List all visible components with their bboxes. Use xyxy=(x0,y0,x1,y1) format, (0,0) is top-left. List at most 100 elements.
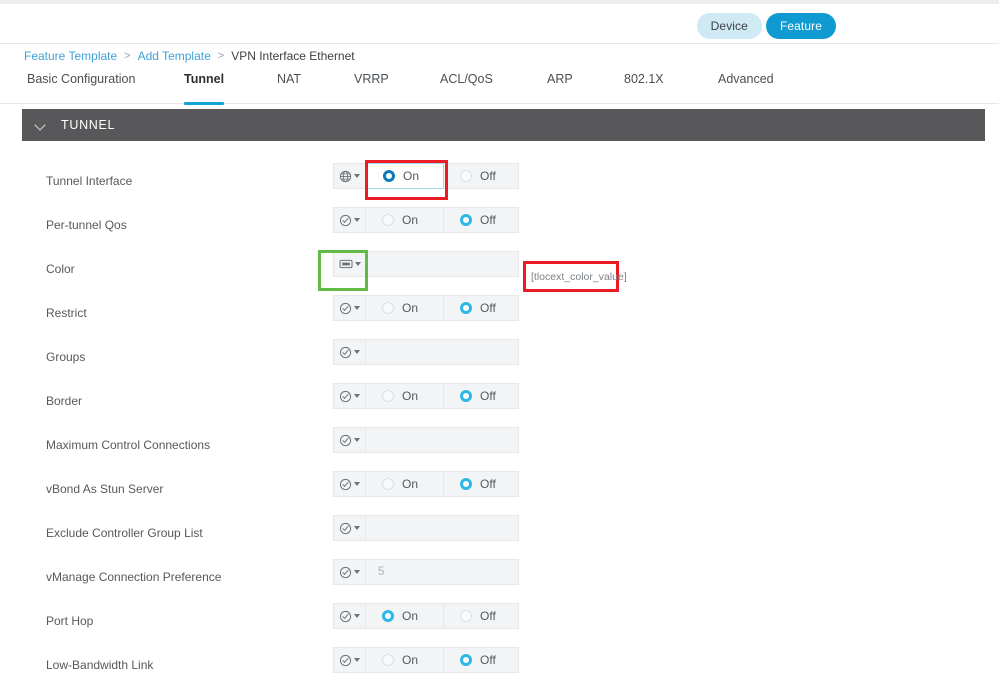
mode-button-feature[interactable]: Feature xyxy=(765,13,836,39)
scope-dropdown-groups[interactable] xyxy=(333,339,366,365)
chevron-down-icon[interactable] xyxy=(354,614,360,618)
chevron-down-icon[interactable] xyxy=(354,174,360,178)
tab-label: 802.1X xyxy=(624,72,664,86)
text-input-vmanage-connection-preference[interactable]: 5 xyxy=(366,559,519,585)
check-circle-icon xyxy=(339,302,352,314)
toggle-label: On xyxy=(402,609,419,623)
tab-802-1x[interactable]: 802.1X xyxy=(624,72,664,104)
radio-on-icon[interactable] xyxy=(382,654,394,666)
field-label-vbond-as-stun-server: vBond As Stun Server xyxy=(46,482,164,496)
form-row-restrict: Restrict On Off xyxy=(0,295,999,339)
chevron-down-icon[interactable] xyxy=(354,658,360,662)
field-control-vmanage-connection-preference: 5 xyxy=(333,559,519,585)
tab-advanced[interactable]: Advanced xyxy=(718,72,774,104)
toggle-label: On xyxy=(402,477,419,491)
section-header-tunnel[interactable]: TUNNEL xyxy=(22,109,985,141)
toggle-off-tunnel-interface[interactable]: Off xyxy=(444,163,519,189)
field-control-vbond-as-stun-server: On Off xyxy=(333,471,519,497)
radio-on-icon[interactable] xyxy=(382,390,394,402)
form-row-per-tunnel-qos: Per-tunnel Qos On Off xyxy=(0,207,999,251)
field-label-low-bandwidth-link: Low-Bandwidth Link xyxy=(46,658,154,672)
toggle-on-restrict[interactable]: On xyxy=(366,295,444,321)
globe-icon xyxy=(339,170,352,182)
toggle-label: Off xyxy=(480,213,496,227)
breadcrumb-separator-icon: > xyxy=(124,50,131,62)
radio-on-icon[interactable] xyxy=(382,214,394,226)
chevron-down-icon[interactable] xyxy=(354,438,360,442)
scope-dropdown-port-hop[interactable] xyxy=(333,603,366,629)
radio-on-icon[interactable] xyxy=(383,170,395,182)
tab-basic-configuration[interactable]: Basic Configuration xyxy=(27,72,135,104)
chevron-down-icon[interactable] xyxy=(354,218,360,222)
radio-off-icon[interactable] xyxy=(460,390,472,402)
template-mode-toggle[interactable]: Device Feature xyxy=(696,13,836,39)
field-label-restrict: Restrict xyxy=(46,306,87,320)
chevron-down-icon[interactable] xyxy=(354,306,360,310)
toggle-on-border[interactable]: On xyxy=(366,383,444,409)
tab-nat[interactable]: NAT xyxy=(277,72,301,104)
chevron-down-icon[interactable] xyxy=(36,120,47,131)
toggle-on-tunnel-interface[interactable]: On xyxy=(366,163,444,189)
tab-label: NAT xyxy=(277,72,302,86)
toggle-on-port-hop[interactable]: On xyxy=(366,603,444,629)
radio-on-icon[interactable] xyxy=(382,610,394,622)
breadcrumb-item-add-template[interactable]: Add Template xyxy=(138,49,211,63)
chevron-down-icon[interactable] xyxy=(354,482,360,486)
check-circle-icon xyxy=(339,610,352,622)
text-input-color[interactable] xyxy=(366,251,519,277)
chevron-down-icon[interactable] xyxy=(354,262,361,266)
field-control-exclude-controller-group-list xyxy=(333,515,519,541)
scope-dropdown-restrict[interactable] xyxy=(333,295,366,321)
field-control-color xyxy=(333,251,519,277)
radio-off-icon[interactable] xyxy=(460,610,472,622)
scope-dropdown-maximum-control-connections[interactable] xyxy=(333,427,366,453)
tab-tunnel[interactable]: Tunnel xyxy=(184,72,225,105)
field-control-port-hop: On Off xyxy=(333,603,519,629)
scope-dropdown-exclude-controller-group-list[interactable] xyxy=(333,515,366,541)
field-control-restrict: On Off xyxy=(333,295,519,321)
breadcrumb-item-feature-template[interactable]: Feature Template xyxy=(24,49,117,63)
mode-button-device[interactable]: Device xyxy=(696,13,762,39)
tab-arp[interactable]: ARP xyxy=(547,72,573,104)
toggle-off-border[interactable]: Off xyxy=(444,383,519,409)
tab-acl-qos[interactable]: ACL/QoS xyxy=(440,72,493,104)
scope-dropdown-border[interactable] xyxy=(333,383,366,409)
radio-off-icon[interactable] xyxy=(460,654,472,666)
chevron-down-icon[interactable] xyxy=(354,394,360,398)
form-row-maximum-control-connections: Maximum Control Connections xyxy=(0,427,999,471)
scope-dropdown-vmanage-connection-preference[interactable] xyxy=(333,559,366,585)
text-input-exclude-controller-group-list[interactable] xyxy=(366,515,519,541)
scope-dropdown-color[interactable] xyxy=(333,251,366,277)
text-input-maximum-control-connections[interactable] xyxy=(366,427,519,453)
toggle-on-vbond-as-stun-server[interactable]: On xyxy=(366,471,444,497)
text-input-groups[interactable] xyxy=(366,339,519,365)
toggle-label: On xyxy=(402,213,419,227)
toggle-off-port-hop[interactable]: Off xyxy=(444,603,519,629)
radio-off-icon[interactable] xyxy=(460,302,472,314)
field-label-exclude-controller-group-list: Exclude Controller Group List xyxy=(46,526,203,540)
field-label-maximum-control-connections: Maximum Control Connections xyxy=(46,438,211,452)
field-label-per-tunnel-qos: Per-tunnel Qos xyxy=(46,218,127,232)
tab-vrrp[interactable]: VRRP xyxy=(354,72,389,104)
scope-dropdown-vbond-as-stun-server[interactable] xyxy=(333,471,366,497)
radio-off-icon[interactable] xyxy=(460,214,472,226)
radio-off-icon[interactable] xyxy=(460,478,472,490)
toggle-on-per-tunnel-qos[interactable]: On xyxy=(366,207,444,233)
toggle-off-low-bandwidth-link[interactable]: Off xyxy=(444,647,519,673)
chevron-down-icon[interactable] xyxy=(354,526,360,530)
radio-on-icon[interactable] xyxy=(382,302,394,314)
chevron-down-icon[interactable] xyxy=(354,570,360,574)
radio-off-icon[interactable] xyxy=(460,170,472,182)
toggle-off-vbond-as-stun-server[interactable]: Off xyxy=(444,471,519,497)
scope-dropdown-low-bandwidth-link[interactable] xyxy=(333,647,366,673)
chevron-down-icon[interactable] xyxy=(354,350,360,354)
toggle-on-low-bandwidth-link[interactable]: On xyxy=(366,647,444,673)
toggle-label: On xyxy=(403,169,420,183)
toggle-off-restrict[interactable]: Off xyxy=(444,295,519,321)
scope-dropdown-tunnel-interface[interactable] xyxy=(333,163,366,189)
toggle-off-per-tunnel-qos[interactable]: Off xyxy=(444,207,519,233)
radio-on-icon[interactable] xyxy=(382,478,394,490)
scope-dropdown-per-tunnel-qos[interactable] xyxy=(333,207,366,233)
app-header: Device Feature xyxy=(0,4,999,44)
variable-icon xyxy=(339,259,352,269)
